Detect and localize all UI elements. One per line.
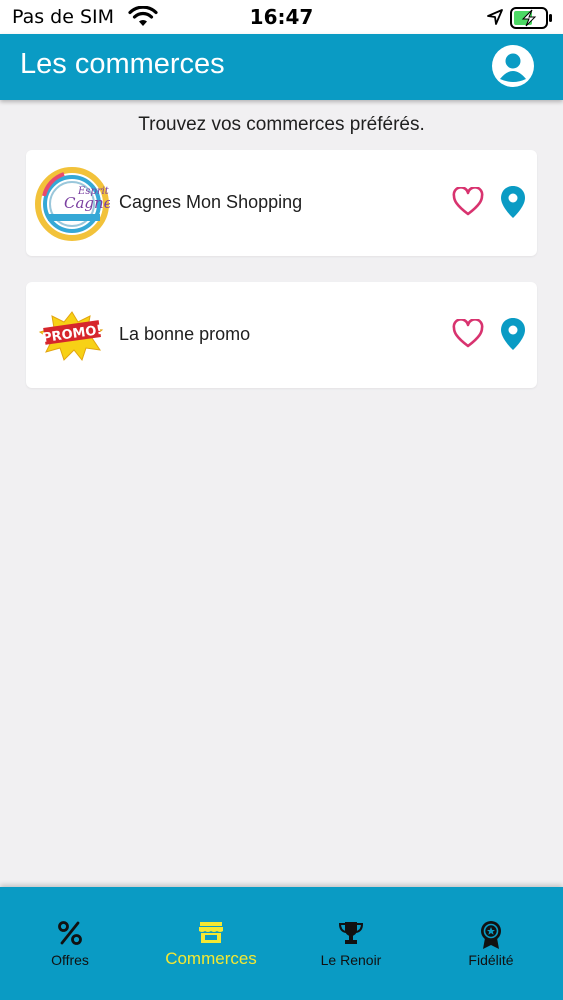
clock: 16:47 [249, 5, 314, 29]
shop-name: Cagnes Mon Shopping [119, 192, 303, 212]
battery-charging-icon [510, 7, 554, 33]
bottom-tab-bar: Offres Commerces Le Renoir Fidélité [0, 887, 563, 1000]
tab-label: Offres [51, 952, 89, 968]
tab-offres[interactable]: Offres [0, 887, 140, 1000]
shop-card[interactable]: PROMO! La bonne promo [26, 282, 537, 388]
tab-le-renoir[interactable]: Le Renoir [281, 887, 421, 1000]
logo-text-cagnes: Cagnes [64, 194, 110, 212]
tab-label: Le Renoir [320, 952, 382, 968]
tab-commerces[interactable]: Commerces [141, 887, 281, 1000]
store-icon [141, 920, 281, 948]
favorite-heart-icon[interactable] [452, 186, 484, 221]
shop-name: La bonne promo [119, 324, 251, 344]
status-bar: Pas de SIM 16:47 [0, 0, 563, 34]
shop-card[interactable]: Esprit Cagnes Cagnes Mon Shopping [26, 150, 537, 256]
user-profile-icon[interactable] [490, 43, 536, 93]
tab-label: Commerces [165, 949, 257, 968]
location-arrow-icon [486, 8, 504, 30]
tab-fidelite[interactable]: Fidélité [421, 887, 561, 1000]
promo-logo: PROMO! [34, 298, 110, 374]
percent-icon [0, 920, 140, 948]
favorite-heart-icon[interactable] [452, 318, 484, 353]
app-header: Les commerces [0, 34, 563, 100]
tab-label: Fidélité [468, 952, 514, 968]
award-icon [421, 920, 561, 949]
page-subtitle: Trouvez vos commerces préférés. [138, 114, 425, 135]
trophy-icon [281, 920, 421, 948]
esprit-cagnes-logo: Esprit Cagnes [34, 166, 121, 242]
page-title: Les commerces [20, 48, 225, 80]
map-pin-icon[interactable] [500, 317, 526, 355]
map-pin-icon[interactable] [500, 185, 526, 223]
